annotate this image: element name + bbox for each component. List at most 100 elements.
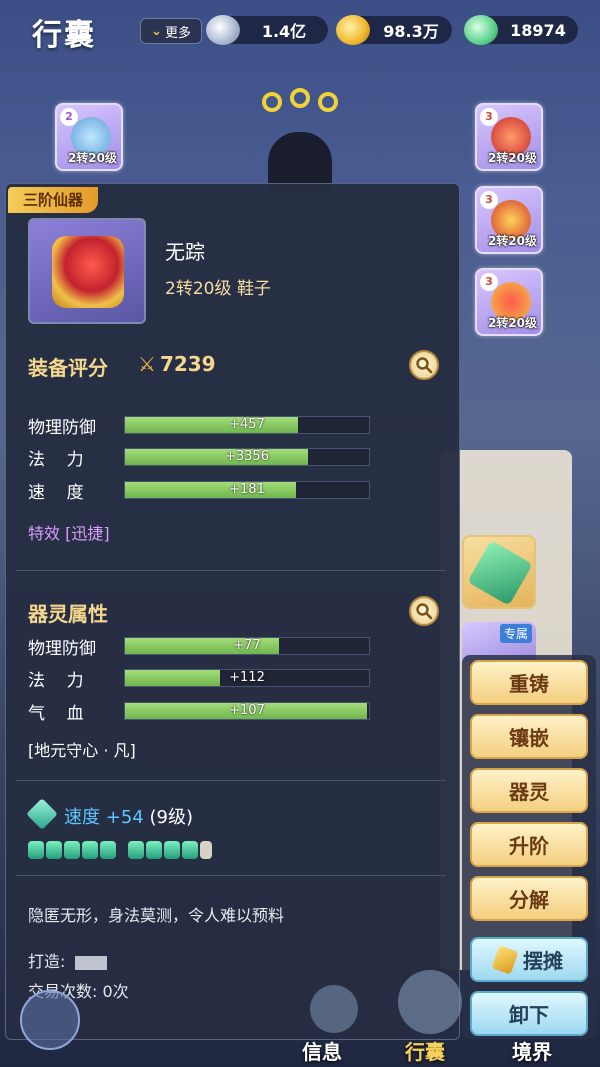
stat-row: 物理防御 +457 — [28, 414, 448, 438]
score-number: 7239 — [159, 352, 216, 376]
stat-bar: +77 — [124, 637, 370, 655]
gem-stat-value: +54 — [105, 807, 144, 828]
upgrade-button[interactable]: 升阶 — [470, 822, 588, 867]
stat-row: 速 度 +181 — [28, 479, 448, 503]
gem-slot-filled — [146, 841, 162, 859]
gold-value: 98.3万 — [383, 22, 439, 41]
soul-stat-row: 气 血 +107 — [28, 700, 448, 724]
gem-speed-stat: 速度 +54 (9级) — [64, 803, 193, 829]
soul-stat-row: 法 力 +112 — [28, 667, 448, 691]
stat-label: 法 力 — [28, 449, 84, 470]
maker-line: 打造: — [28, 948, 108, 972]
rank-badge: 三阶仙器 — [8, 187, 98, 213]
item-icon-frame — [28, 218, 146, 324]
bag-tab-icon — [398, 970, 462, 1034]
slot-level: 3 — [480, 108, 498, 126]
stat-value: +3356 — [225, 449, 269, 464]
boots-icon — [52, 236, 124, 308]
top-bar: 行囊 ⌄ 更多 1.4亿 98.3万 18974 — [0, 0, 600, 62]
recast-button[interactable]: 重铸 — [470, 660, 588, 705]
stat-label: 法 力 — [28, 670, 84, 691]
score-value: ⚔ 7239 — [138, 352, 216, 376]
tab-info[interactable]: 信息 — [302, 1036, 342, 1065]
gem-slot-filled — [182, 841, 198, 859]
gem-slot-filled — [82, 841, 98, 859]
stat-value: +107 — [229, 703, 265, 718]
soul-button[interactable]: 器灵 — [470, 768, 588, 813]
item-name: 无踪 — [165, 240, 205, 264]
page-title: 行囊 — [32, 18, 96, 53]
stat-label: 气 血 — [28, 703, 84, 724]
stat-bar: +107 — [124, 702, 370, 720]
gold-icon — [336, 15, 370, 45]
gold-bar-icon — [491, 944, 519, 975]
maker-label: 打造: — [28, 952, 66, 971]
exclusive-tag: 专属 — [499, 624, 532, 643]
stall-label: 摆摊 — [523, 949, 563, 973]
magnifier-icon — [416, 357, 433, 374]
gem-slot-empty — [200, 841, 212, 859]
equip-slot-right-3[interactable]: 3 2转20级 — [475, 268, 543, 336]
stat-value: +77 — [233, 638, 261, 653]
tab-realm[interactable]: 境界 — [512, 1036, 552, 1065]
stat-value: +457 — [229, 417, 265, 432]
divider — [16, 780, 446, 781]
back-button[interactable] — [20, 990, 80, 1050]
swords-icon: ⚔ — [138, 352, 156, 376]
gem-icon — [467, 540, 533, 606]
gold-currency[interactable]: 98.3万 — [336, 15, 452, 45]
more-label: 更多 — [164, 25, 191, 41]
slot-level: 3 — [480, 191, 498, 209]
soul-name: [地元守心 · 凡] — [28, 741, 136, 760]
redacted-name — [75, 955, 108, 970]
slot-level: 2 — [60, 108, 78, 126]
silver-currency[interactable]: 1.4亿 — [206, 15, 328, 45]
inventory-item[interactable] — [462, 535, 536, 609]
tab-bag[interactable]: 行囊 — [405, 1036, 445, 1065]
character-model[interactable] — [240, 88, 360, 192]
score-detail-button[interactable] — [409, 350, 439, 380]
special-effect[interactable]: 特效 [迅捷] — [28, 520, 110, 544]
decompose-button[interactable]: 分解 — [470, 876, 588, 921]
chevron-down-icon: ⌄ — [151, 23, 162, 39]
slot-label: 2转20级 — [67, 151, 117, 165]
more-button[interactable]: ⌄ 更多 — [140, 18, 202, 44]
gem-stat-level: (9级) — [149, 807, 193, 828]
jade-icon — [464, 15, 498, 45]
gem-slot-filled — [100, 841, 116, 859]
gem-slot-filled — [46, 841, 62, 859]
equip-slot-left-1[interactable]: 2 2转20级 — [55, 103, 123, 171]
item-subtitle: 2转20级 鞋子 — [165, 279, 271, 299]
gem-slot-gap — [118, 841, 126, 859]
crown-icon — [262, 88, 342, 132]
equip-slot-right-2[interactable]: 3 2转20级 — [475, 186, 543, 254]
item-description: 隐匿无形，身法莫测，令人难以预料 — [28, 906, 285, 925]
slot-label: 2转20级 — [487, 316, 537, 330]
unequip-button[interactable]: 卸下 — [470, 991, 588, 1036]
stall-button[interactable]: 摆摊 — [470, 937, 588, 982]
inlay-button[interactable]: 镶嵌 — [470, 714, 588, 759]
gem-stat-label: 速度 — [64, 807, 100, 828]
gem-slot-filled — [28, 841, 44, 859]
gem-slot-filled — [64, 841, 80, 859]
silver-icon — [206, 15, 240, 45]
soul-stat-row: 物理防御 +77 — [28, 635, 448, 659]
soul-title: 器灵属性 — [28, 602, 108, 626]
stat-bar: +3356 — [124, 448, 370, 466]
slot-label: 2转20级 — [487, 234, 537, 248]
stat-row: 法 力 +3356 — [28, 446, 448, 470]
equip-slot-right-1[interactable]: 3 2转20级 — [475, 103, 543, 171]
gem-slot-filled — [128, 841, 144, 859]
jade-currency[interactable]: 18974 — [464, 15, 578, 45]
stat-bar: +457 — [124, 416, 370, 434]
stat-label: 物理防御 — [28, 417, 96, 438]
soul-detail-button[interactable] — [409, 596, 439, 626]
magnifier-icon — [416, 603, 433, 620]
silver-value: 1.4亿 — [261, 22, 307, 41]
stat-label: 速 度 — [28, 482, 84, 503]
divider — [16, 570, 446, 571]
score-title: 装备评分 — [28, 356, 108, 380]
stat-label: 物理防御 — [28, 638, 96, 659]
slot-label: 2转20级 — [487, 151, 537, 165]
gem-slot-filled — [164, 841, 180, 859]
